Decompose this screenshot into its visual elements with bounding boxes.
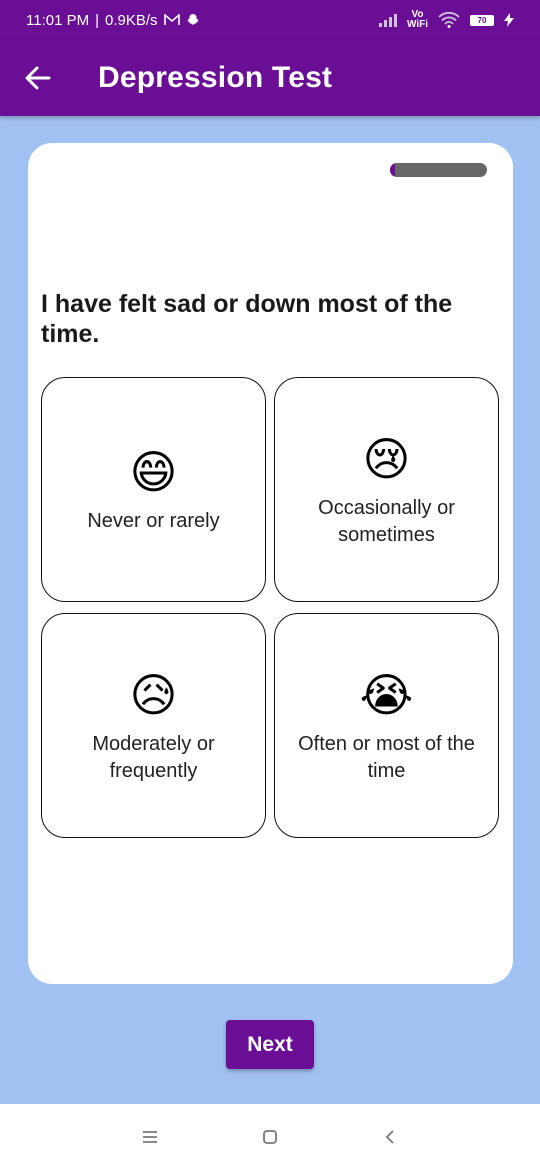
nav-back-button[interactable] xyxy=(370,1117,410,1157)
signal-icon xyxy=(378,13,397,27)
question-text: I have felt sad or down most of the time… xyxy=(41,290,453,348)
option-moderately[interactable]: 😥 Moderately or frequently xyxy=(41,613,266,838)
progress-fill xyxy=(390,163,395,177)
sad-sweat-emoji-icon: 😥 xyxy=(129,668,178,721)
option-label: Occasionally or sometimes xyxy=(318,496,455,546)
option-label: Never or rarely xyxy=(87,510,220,532)
nav-recents-button[interactable] xyxy=(130,1117,170,1157)
status-separator: | xyxy=(95,11,99,29)
snapchat-icon xyxy=(186,14,199,25)
status-left: 11:01 PM | 0.9KB/s xyxy=(26,12,200,29)
crying-emoji-icon: 😢 xyxy=(362,432,411,485)
option-label: Moderately or frequently xyxy=(92,732,215,782)
wifi-icon xyxy=(438,12,460,28)
next-button[interactable]: Next xyxy=(226,1020,314,1069)
progress-bar xyxy=(390,163,487,177)
back-chevron-icon xyxy=(385,1130,394,1144)
arrow-left-icon xyxy=(25,66,51,90)
battery-icon: 70 xyxy=(470,14,494,26)
option-often[interactable]: 😭 Often or most of the time xyxy=(274,613,499,838)
option-never-or-rarely[interactable]: 😄 Never or rarely xyxy=(41,377,266,602)
option-label: Often or most of the time xyxy=(298,732,475,782)
back-button[interactable] xyxy=(18,58,58,98)
home-icon xyxy=(263,1130,277,1144)
status-time: 11:01 PM xyxy=(26,11,90,29)
nav-home-button[interactable] xyxy=(250,1117,290,1157)
status-right: Vo WiFi 70 xyxy=(378,10,514,30)
charging-icon xyxy=(504,13,514,27)
vowifi-bottom: WiFi xyxy=(406,19,428,30)
option-occasionally[interactable]: 😢 Occasionally or sometimes xyxy=(274,377,499,602)
network-speed: 0.9KB/s xyxy=(105,11,158,29)
menu-icon xyxy=(143,1131,157,1143)
system-nav-bar xyxy=(0,1104,540,1170)
page-title: Depression Test xyxy=(98,61,333,94)
loudly-crying-emoji-icon: 😭 xyxy=(359,668,414,721)
question-card: I have felt sad or down most of the time… xyxy=(28,143,513,984)
status-bar: 11:01 PM | 0.9KB/s Vo WiFi 70 xyxy=(0,0,540,40)
app-bar: Depression Test xyxy=(0,40,540,116)
vowifi-indicator: Vo WiFi xyxy=(407,10,428,30)
gmail-icon xyxy=(163,14,180,25)
grinning-emoji-icon: 😄 xyxy=(129,446,178,498)
